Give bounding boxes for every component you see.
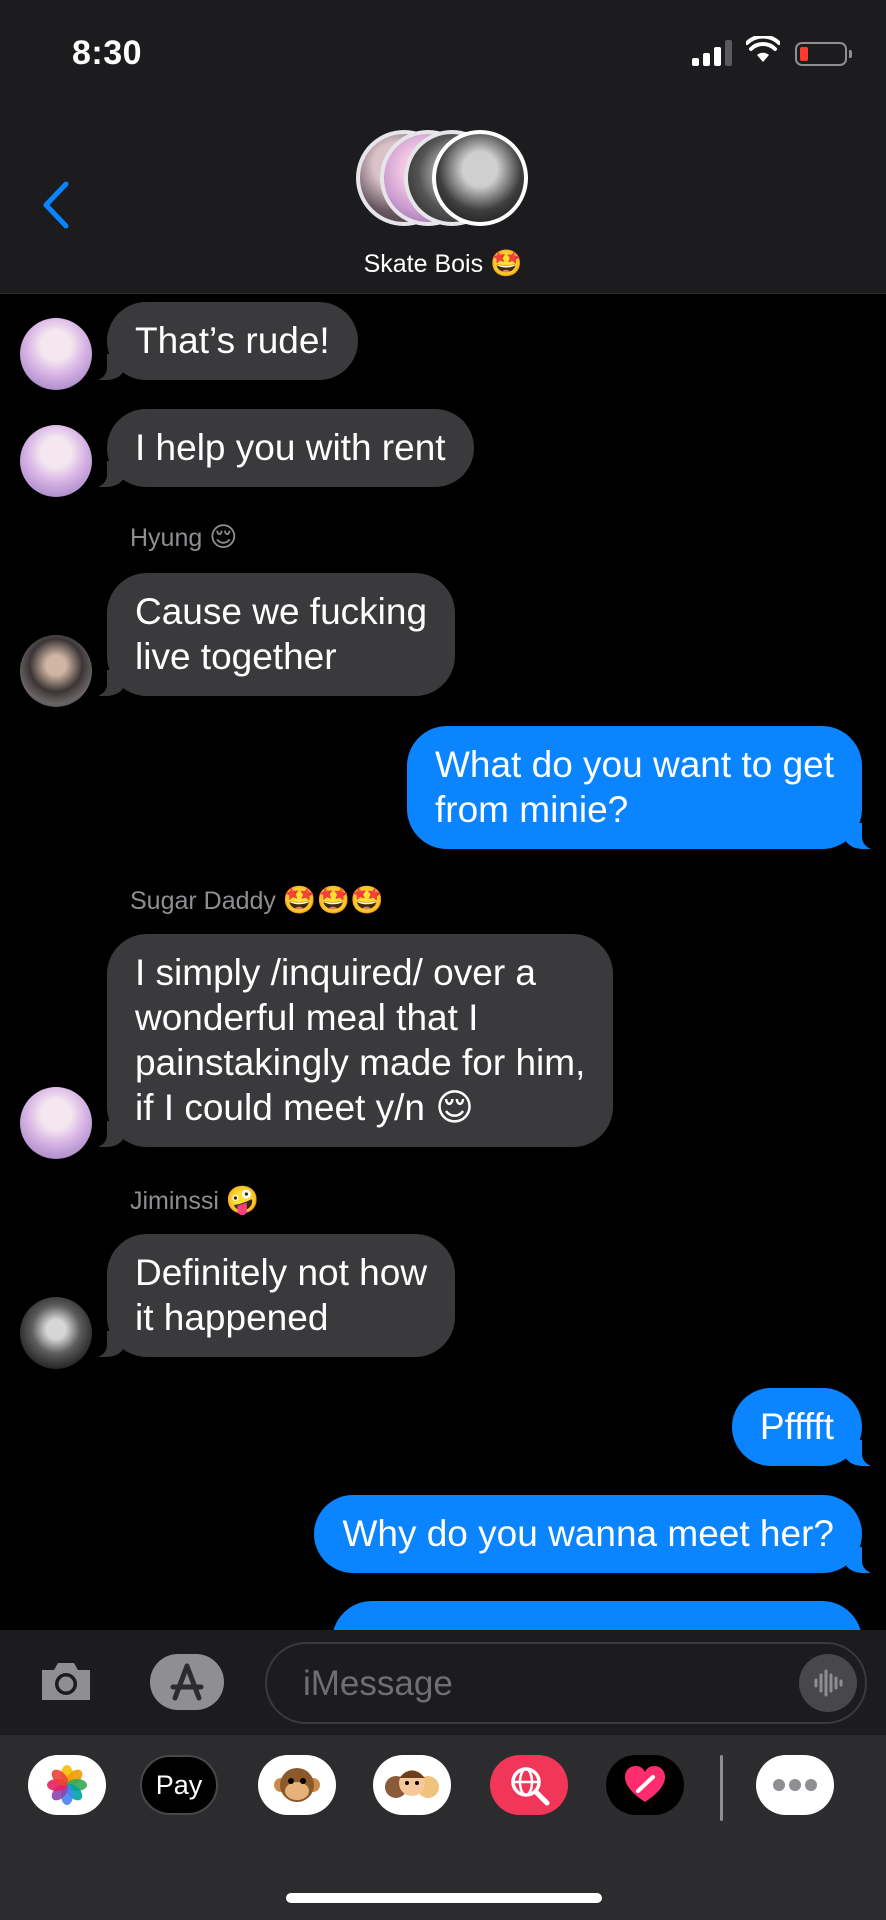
sender-name: Jiminssi 🤪 — [130, 1184, 259, 1216]
animoji-app-button[interactable] — [258, 1755, 336, 1815]
back-chevron-icon[interactable] — [38, 180, 72, 230]
message-thread[interactable]: That’s rude! I help you with rent Hyung … — [0, 294, 886, 1630]
sent-message-bubble[interactable]: Why do you wanna meet her? — [314, 1495, 876, 1573]
message-input-placeholder: iMessage — [303, 1664, 453, 1703]
sender-emoji: 🤩🤩🤩 — [282, 885, 384, 915]
message-text: Pfffft — [759, 1406, 834, 1447]
sent-message-bubble[interactable]: What do you want to get from minie? — [406, 726, 877, 849]
received-message-bubble[interactable]: Cause we fucking live together — [92, 573, 456, 696]
message-text-line: I simply /inquired/ over a — [135, 952, 537, 993]
audio-message-button[interactable] — [799, 1654, 857, 1712]
message-text-line: it happened — [135, 1297, 329, 1338]
globe-search-icon — [511, 1767, 550, 1806]
group-avatar[interactable] — [356, 130, 530, 234]
wifi-icon — [746, 36, 780, 62]
message-text-line: Definitely not how — [135, 1252, 428, 1293]
group-name[interactable]: Skate Bois 🤩 — [0, 248, 886, 279]
sender-avatar[interactable] — [20, 1297, 92, 1369]
apple-pay-app-button[interactable]: Pay — [140, 1755, 218, 1815]
app-store-icon — [170, 1663, 204, 1701]
sender-name-text: Hyung — [130, 524, 203, 552]
sender-avatar[interactable] — [20, 635, 92, 707]
cellular-signal-icon — [692, 40, 732, 66]
conversation-header: Skate Bois 🤩 — [0, 100, 886, 294]
message-text: Why do you wanna meet her? — [342, 1513, 834, 1554]
group-name-text: Skate Bois — [363, 250, 484, 278]
message-text-line: if I could meet y/n 😌 — [135, 1087, 474, 1128]
photos-icon — [47, 1765, 87, 1805]
received-message-bubble[interactable]: Definitely not how it happened — [92, 1234, 456, 1357]
received-message-bubble[interactable]: That’s rude! — [93, 302, 358, 380]
battery-icon — [795, 42, 852, 66]
digital-touch-app-button[interactable] — [606, 1755, 684, 1815]
message-text-line: What do you want to get — [434, 744, 834, 785]
sender-avatar[interactable] — [20, 318, 92, 390]
status-time: 8:30 — [72, 34, 143, 72]
sender-name-text: Jiminssi — [130, 1187, 219, 1215]
memoji-app-button[interactable] — [373, 1755, 451, 1815]
message-text: I help you with rent — [135, 427, 446, 468]
message-text-line: from minie? — [434, 789, 629, 830]
message-text: That’s rude! — [135, 320, 330, 361]
message-text-line: wonderful meal that I — [135, 997, 479, 1038]
sender-emoji: 😌 — [209, 522, 238, 552]
camera-icon[interactable] — [38, 1658, 94, 1704]
composer-bar: iMessage — [0, 1630, 886, 1735]
memoji-icon — [385, 1770, 439, 1798]
sender-name: Sugar Daddy 🤩🤩🤩 — [130, 884, 384, 916]
member-avatar — [432, 130, 528, 226]
more-apps-button[interactable] — [756, 1755, 834, 1815]
sender-emoji: 🤪 — [225, 1185, 260, 1215]
drawer-separator — [720, 1755, 723, 1821]
sender-avatar[interactable] — [20, 425, 92, 497]
sender-avatar[interactable] — [20, 1087, 92, 1159]
home-indicator[interactable] — [286, 1893, 602, 1903]
waveform-icon — [814, 1669, 843, 1697]
sender-name: Hyung 😌 — [130, 522, 237, 553]
sent-message-bubble[interactable]: Pfffft — [731, 1388, 877, 1466]
more-icon — [773, 1779, 817, 1791]
message-text-line: painstakingly made for him, — [135, 1042, 586, 1083]
received-message-bubble[interactable]: I help you with rent — [93, 409, 474, 487]
app-store-button[interactable] — [150, 1654, 224, 1710]
photos-app-button[interactable] — [28, 1755, 106, 1815]
sent-message-bubble-partial[interactable] — [332, 1601, 862, 1630]
received-message-bubble[interactable]: I simply /inquired/ over a wonderful mea… — [92, 934, 614, 1147]
group-name-emoji: 🤩 — [490, 248, 523, 278]
message-text-line: Cause we fucking — [135, 591, 428, 632]
sender-name-text: Sugar Daddy — [130, 887, 276, 915]
web-search-app-button[interactable] — [490, 1755, 568, 1815]
heart-icon — [625, 1766, 665, 1802]
monkey-icon — [274, 1768, 320, 1802]
status-bar: 8:30 — [0, 0, 886, 100]
message-input[interactable]: iMessage — [265, 1642, 867, 1724]
apple-pay-label: Pay — [155, 1769, 203, 1800]
message-text-line: live together — [135, 636, 337, 677]
imessage-app-drawer: Pay — [0, 1735, 886, 1920]
